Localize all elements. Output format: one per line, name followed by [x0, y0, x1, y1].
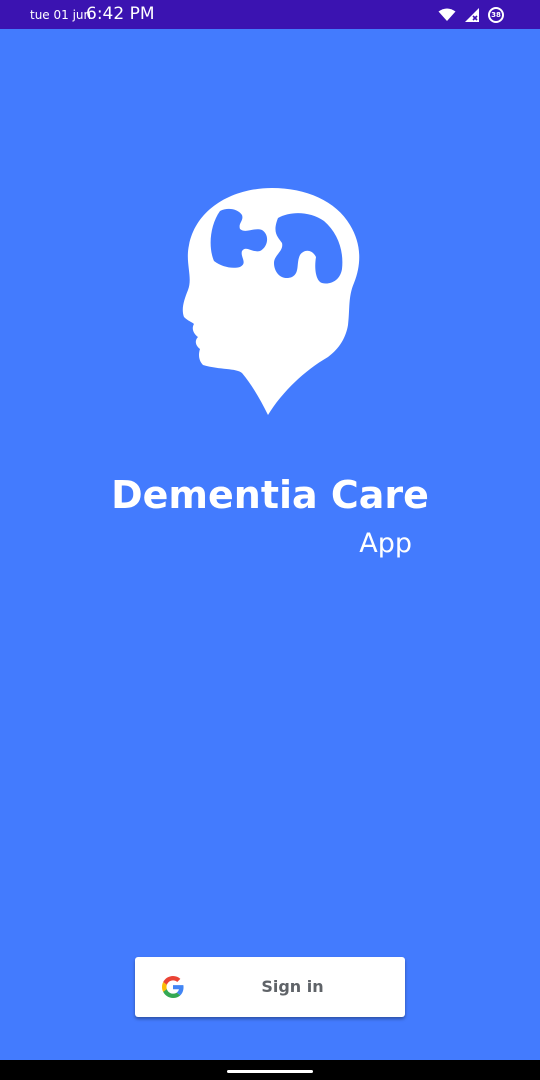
google-sign-in-button[interactable]: Sign in: [135, 957, 405, 1017]
status-date: tue 01 jun: [30, 8, 92, 22]
navigation-bar: [0, 1060, 540, 1080]
battery-icon: 38: [488, 7, 504, 23]
google-icon: [162, 976, 184, 998]
brain-puzzle-logo: [180, 185, 362, 417]
signal-icon: [464, 7, 480, 23]
status-bar: tue 01 jun 6:42 PM 38: [0, 0, 540, 29]
home-gesture-handle[interactable]: [227, 1070, 313, 1073]
app-title: Dementia Care: [111, 473, 429, 517]
status-icons: 38: [438, 5, 504, 25]
app-subtitle: App: [359, 528, 412, 559]
status-time: 6:42 PM: [86, 4, 155, 24]
wifi-icon: [438, 8, 456, 22]
sign-in-label: Sign in: [261, 977, 324, 996]
